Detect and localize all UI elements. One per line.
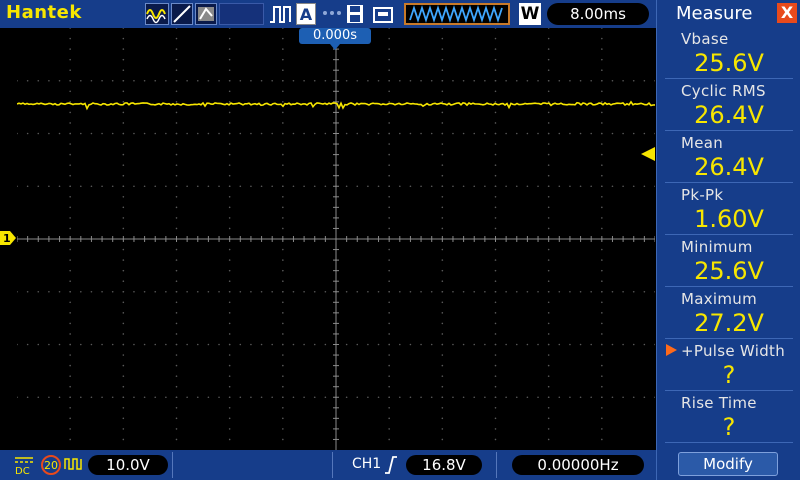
frequency-display: 0.00000Hz	[512, 455, 644, 475]
footer-divider	[172, 452, 173, 478]
measure-divider	[665, 442, 793, 443]
trigger-position-arrow	[330, 44, 340, 50]
measure-label-pk-pk: Pk-Pk	[681, 186, 724, 204]
ch1-ground-marker[interactable]: 1	[0, 231, 16, 245]
measure-label-maximum: Maximum	[681, 290, 758, 308]
measure-divider	[665, 338, 793, 339]
ch1-scale-display[interactable]: 10.0V	[88, 455, 168, 475]
signal-dots-icon	[323, 11, 341, 15]
measure-divider	[665, 130, 793, 131]
svg-text:DC: DC	[15, 466, 30, 475]
measure-panel: Measure X Vbase 25.6V Cyclic RMS 26.4V M…	[656, 0, 800, 480]
measure-value-pulse-width: ?	[722, 361, 736, 389]
measure-label-vbase: Vbase	[681, 30, 729, 48]
measure-panel-title: Measure	[676, 3, 753, 24]
svg-text:1: 1	[3, 232, 11, 245]
save-icon[interactable]	[345, 3, 365, 25]
svg-text:20: 20	[44, 459, 58, 472]
trigger-source-label: CH1	[352, 456, 382, 472]
waveform-buffer-icon	[404, 3, 510, 25]
measure-label-rise-time: Rise Time	[681, 394, 757, 412]
measure-panel-header: Measure X	[657, 0, 800, 28]
measure-label-minimum: Minimum	[681, 238, 753, 256]
measure-label-mean: Mean	[681, 134, 724, 152]
bandwidth-limit-icon: 20	[41, 455, 61, 475]
trigger-level-display[interactable]: 16.8V	[406, 455, 482, 475]
status-blank-box	[219, 3, 264, 25]
persistence-icon[interactable]	[195, 3, 217, 25]
measure-label-pulse-width[interactable]: +Pulse Width	[681, 342, 785, 360]
brand-logo: Hantek	[6, 2, 82, 23]
measure-label-cyclic-rms: Cyclic RMS	[681, 82, 766, 100]
trigger-pulse-icon[interactable]	[268, 3, 294, 25]
measure-value-vbase: 25.6V	[694, 49, 764, 77]
measure-value-mean: 26.4V	[694, 153, 764, 181]
invert-icon	[64, 458, 82, 470]
window-mode-indicator[interactable]: W	[519, 3, 541, 25]
measure-divider	[665, 286, 793, 287]
modify-button[interactable]: Modify	[678, 452, 778, 476]
measure-divider	[665, 390, 793, 391]
dc-coupling-icon: DC	[15, 457, 33, 475]
vectors-icon[interactable]	[171, 3, 193, 25]
trigger-level-marker[interactable]	[641, 147, 655, 161]
footer-divider	[496, 452, 497, 478]
rising-edge-icon	[385, 456, 397, 474]
close-button[interactable]: X	[777, 3, 797, 23]
measure-value-pk-pk: 1.60V	[694, 205, 764, 233]
sine-wave-icon[interactable]	[145, 3, 169, 25]
measure-value-minimum: 25.6V	[694, 257, 764, 285]
measure-divider	[665, 234, 793, 235]
auto-trigger-indicator[interactable]: A	[296, 3, 316, 25]
waveform-display[interactable]	[16, 27, 656, 450]
measure-divider	[665, 78, 793, 79]
usb-icon	[373, 7, 393, 23]
trigger-position-label[interactable]: 0.000s	[299, 28, 371, 44]
graticule	[16, 27, 656, 450]
measure-value-rise-time: ?	[722, 413, 736, 441]
timebase-display[interactable]: 8.00ms	[547, 3, 649, 25]
measure-value-cyclic-rms: 26.4V	[694, 101, 764, 129]
measure-value-maximum: 27.2V	[694, 309, 764, 337]
selection-arrow-icon	[666, 344, 677, 356]
measure-divider	[665, 182, 793, 183]
footer-divider	[332, 452, 333, 478]
